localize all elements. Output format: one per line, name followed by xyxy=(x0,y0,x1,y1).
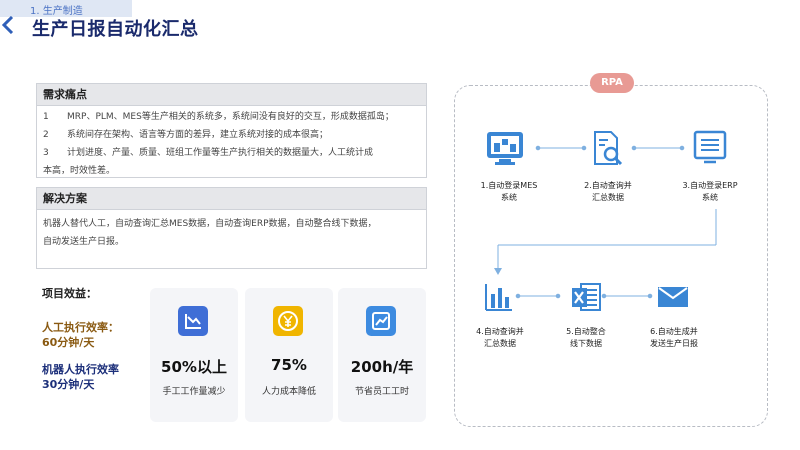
benefit-value: 200h/年 xyxy=(350,358,414,376)
flow-step-line: 5.自动整合 xyxy=(566,327,606,336)
manual-efficiency-value: 60分钟/天 xyxy=(42,336,95,349)
benefits-heading: 项目效益： xyxy=(42,287,97,300)
benefit-value: 75% xyxy=(271,356,307,374)
list-num: 3 xyxy=(43,148,49,158)
list-num: 1 xyxy=(43,112,49,122)
benefit-card: 50%以上 手工工作量减少 xyxy=(150,288,238,422)
robot-efficiency-label: 机器人执行效率 xyxy=(42,363,119,376)
list-num: 2 xyxy=(43,130,49,140)
flow-step: 6.自动生成并 发送生产日报 xyxy=(629,326,719,350)
chart-down-icon xyxy=(178,306,208,336)
flow-step-line: 汇总数据 xyxy=(484,339,516,348)
list-text: MRP、PLM、MES等生产相关的系统多，系统间没有良好的交互，形成数据孤岛； xyxy=(67,112,394,122)
flow-step-line: 1.自动登录MES xyxy=(480,181,538,190)
flow-step-line: 线下数据 xyxy=(570,339,602,348)
benefit-label: 手工工作量减少 xyxy=(162,387,226,397)
list-item: 3 计划进度、产量、质量、班组工作量等生产执行相关的数据量大，人工统计成 xyxy=(43,144,420,162)
flow-step: 3.自动登录ERP 系统 xyxy=(665,180,755,204)
list-text: 系统间存在架构、语言等方面的差异，建立系统对接的成本很高； xyxy=(67,130,329,140)
flow-step: 2.自动查询并 汇总数据 xyxy=(563,180,653,204)
flow-step-line: 汇总数据 xyxy=(592,193,624,202)
manual-efficiency: 人工执行效率： 60分钟/天 xyxy=(42,320,119,350)
benefit-card: 75% 人力成本降低 xyxy=(245,288,333,422)
robot-efficiency: 机器人执行效率 30分钟/天 xyxy=(42,362,119,392)
flow-step-line: 2.自动查询并 xyxy=(584,181,632,190)
benefit-label: 节省员工工时 xyxy=(354,387,409,397)
pain-points-heading: 需求痛点 xyxy=(37,84,426,106)
chart-up-icon xyxy=(366,306,396,336)
list-text: 计划进度、产量、质量、班组工作量等生产执行相关的数据量大，人工统计成 xyxy=(67,148,374,158)
flow-step-line: 3.自动登录ERP xyxy=(682,181,738,190)
flow-step: 5.自动整合 线下数据 xyxy=(541,326,631,350)
flow-step-line: 发送生产日报 xyxy=(650,339,698,348)
flow-step: 4.自动查询并 汇总数据 xyxy=(455,326,545,350)
solution-panel: 解决方案 机器人替代人工，自动查询汇总MES数据，自动查询ERP数据，自动整合线… xyxy=(36,187,427,269)
search-document-icon xyxy=(594,131,623,166)
page-title: 生产日报自动化汇总 xyxy=(32,19,199,40)
erp-system-icon xyxy=(693,130,727,164)
pain-points-body: 1 MRP、PLM、MES等生产相关的系统多，系统间没有良好的交互，形成数据孤岛… xyxy=(37,106,426,182)
flow-step-line: 6.自动生成并 xyxy=(650,327,698,336)
yen-coin-icon xyxy=(273,306,303,336)
solution-heading: 解决方案 xyxy=(37,188,426,210)
mail-icon xyxy=(658,287,688,307)
flow-step: 1.自动登录MES 系统 xyxy=(464,180,554,204)
solution-body: 机器人替代人工，自动查询汇总MES数据，自动查询ERP数据，自动整合线下数据， … xyxy=(37,210,426,253)
list-text-continued: 本高，时效性差。 xyxy=(43,166,116,176)
benefit-value: 50%以上 xyxy=(161,358,227,376)
excel-icon xyxy=(572,283,601,311)
flow-step-line: 系统 xyxy=(501,193,517,202)
mes-system-icon xyxy=(487,132,523,165)
robot-efficiency-value: 30分钟/天 xyxy=(42,378,95,391)
chevron-left-icon xyxy=(2,16,14,34)
bar-chart-icon xyxy=(485,284,512,311)
benefit-card: 200h/年 节省员工工时 xyxy=(338,288,426,422)
solution-line: 自动发送生产日报。 xyxy=(43,237,125,247)
list-item: 1 MRP、PLM、MES等生产相关的系统多，系统间没有良好的交互，形成数据孤岛… xyxy=(43,108,420,126)
flow-step-line: 系统 xyxy=(702,193,718,202)
list-item: 2 系统间存在架构、语言等方面的差异，建立系统对接的成本很高； xyxy=(43,126,420,144)
solution-line: 机器人替代人工，自动查询汇总MES数据，自动查询ERP数据，自动整合线下数据， xyxy=(43,219,377,229)
manual-efficiency-label: 人工执行效率： xyxy=(42,321,119,334)
benefit-label: 人力成本降低 xyxy=(261,387,316,397)
flow-step-line: 4.自动查询并 xyxy=(476,327,524,336)
pain-points-panel: 需求痛点 1 MRP、PLM、MES等生产相关的系统多，系统间没有良好的交互，形… xyxy=(36,83,427,178)
